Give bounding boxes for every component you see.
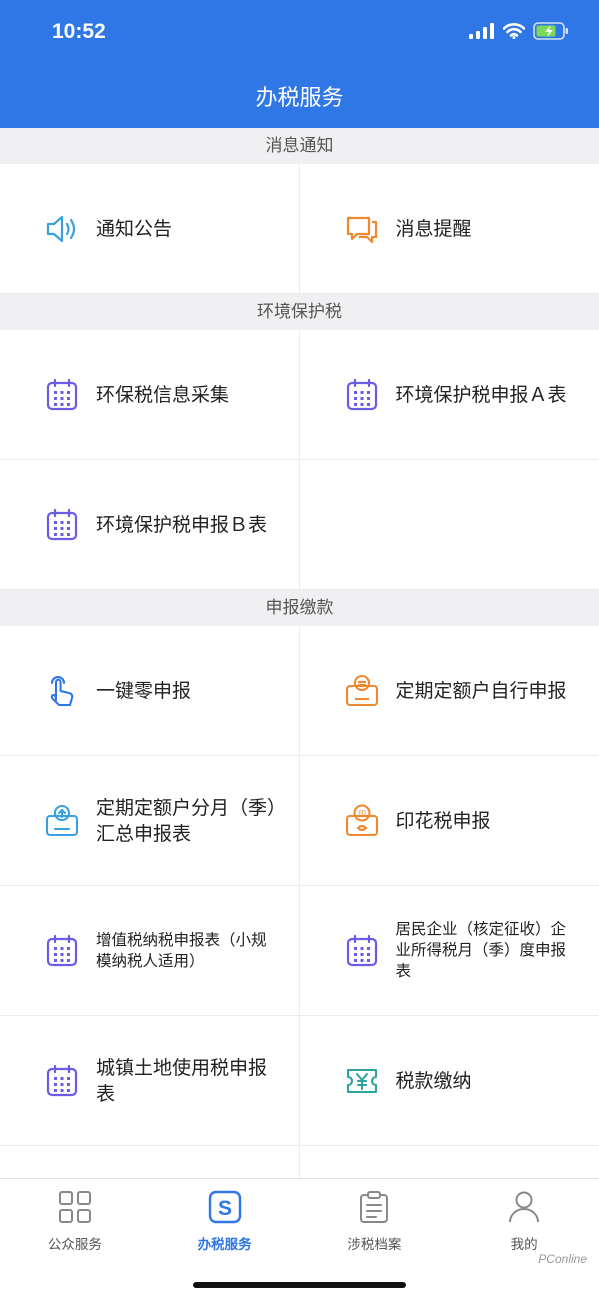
status-icons [469,22,569,40]
service-item-label: 环境保护税申报Ｂ表 [96,513,268,536]
section-header-environmental-tax: 环境保护税 [0,294,599,330]
service-item-vat-small-scale[interactable]: 增值税纳税申报表（小规模纳税人适用） [0,886,300,1016]
watermark: PConline [538,1252,587,1266]
app-header: 10:52 办税服务 [0,0,599,128]
empty-cell [0,1146,300,1178]
yen-ticket-icon [344,1063,380,1099]
calendar-icon [44,377,80,413]
tab-mine[interactable]: 我的 [449,1189,599,1253]
empty-cell [299,460,599,590]
service-item-label: 环境保护税申报Ａ表 [395,383,567,406]
section-header-notices: 消息通知 [0,128,599,164]
svg-text:印: 印 [358,809,366,818]
tab-label: 我的 [510,1237,538,1253]
tap-hand-icon [44,673,80,709]
calendar-icon [344,933,380,969]
calendar-icon [44,507,80,543]
tab-label: 涉税档案 [347,1237,402,1253]
service-item-label: 通知公告 [96,217,173,240]
tab-tax-records[interactable]: 涉税档案 [300,1189,450,1253]
stamp-icon: 印 [344,803,380,839]
service-item-label: 城镇土地使用税申报表 [96,1056,268,1105]
person-icon [506,1189,542,1225]
service-item-fixed-quota-monthly-summary[interactable]: 定期定额户分月（季）汇总申报表 [0,756,300,886]
section-header-declaration-payment: 申报缴款 [0,590,599,626]
service-item-label: 消息提醒 [395,217,472,240]
service-item-env-tax-info-collection[interactable]: 环保税信息采集 [0,330,300,460]
tab-tax-services[interactable]: S 办税服务 [150,1189,300,1253]
calendar-icon [344,377,380,413]
page-title: 办税服务 [255,86,344,111]
self-declare-icon [344,673,380,709]
status-time: 10:52 [52,20,106,43]
speaker-icon [44,211,80,247]
service-item-label: 定期定额户分月（季）汇总申报表 [96,796,277,845]
empty-cell [299,1146,599,1178]
upload-form-icon [44,803,80,839]
calendar-icon [44,1063,80,1099]
svg-text:S: S [218,1197,232,1220]
tab-label: 公众服务 [47,1237,102,1253]
battery-icon [533,22,568,40]
service-item-label: 税款缴纳 [395,1069,472,1092]
service-item-label: 印花税申报 [395,809,491,832]
service-item-label: 定期定额户自行申报 [395,679,567,702]
chat-bubbles-icon [344,211,380,247]
bottom-tab-bar: 公众服务 S 办税服务 涉税档案 我的 [0,1178,599,1298]
clipboard-icon [356,1189,392,1225]
service-item-announcements[interactable]: 通知公告 [0,164,300,294]
service-item-one-click-zero-declaration[interactable]: 一键零申报 [0,626,300,756]
signal-icon [469,23,494,39]
tab-public-services[interactable]: 公众服务 [0,1189,150,1253]
section-grid-environmental-tax: 环保税信息采集 环境保护税申报Ａ表 环境保护税申报Ｂ表 [0,330,599,590]
section-grid-declaration-payment: 一键零申报 定期定额户自行申报 定期定额户分月（季）汇总申报表 印 印花税申报 … [0,626,599,1178]
service-item-fixed-quota-self-declaration[interactable]: 定期定额户自行申报 [299,626,599,756]
service-item-enterprise-income-tax[interactable]: 居民企业（核定征收）企业所得税月（季）度申报表 [299,886,599,1016]
tab-label: 办税服务 [197,1237,252,1253]
service-item-label: 增值税纳税申报表（小规模纳税人适用） [96,930,267,970]
service-item-label: 居民企业（核定征收）企业所得税月（季）度申报表 [395,920,567,980]
service-item-env-tax-form-a[interactable]: 环境保护税申报Ａ表 [299,330,599,460]
service-item-urban-land-use-tax[interactable]: 城镇土地使用税申报表 [0,1016,300,1146]
service-item-label: 一键零申报 [96,679,192,702]
service-list[interactable]: 消息通知 通知公告 消息提醒 环境保护税 环保税信息采集 环境保护税申报Ａ表 环… [0,128,599,1178]
section-grid-notices: 通知公告 消息提醒 [0,164,599,294]
grid-icon [57,1189,93,1225]
calendar-icon [44,933,80,969]
service-item-env-tax-form-b[interactable]: 环境保护税申报Ｂ表 [0,460,300,590]
service-item-label: 环保税信息采集 [96,383,230,406]
service-item-stamp-tax-declaration[interactable]: 印 印花税申报 [299,756,599,886]
service-item-tax-payment[interactable]: 税款缴纳 [299,1016,599,1146]
service-item-message-reminder[interactable]: 消息提醒 [299,164,599,294]
home-indicator[interactable] [193,1282,406,1288]
s-badge-icon: S [207,1189,243,1225]
wifi-icon [503,23,525,39]
